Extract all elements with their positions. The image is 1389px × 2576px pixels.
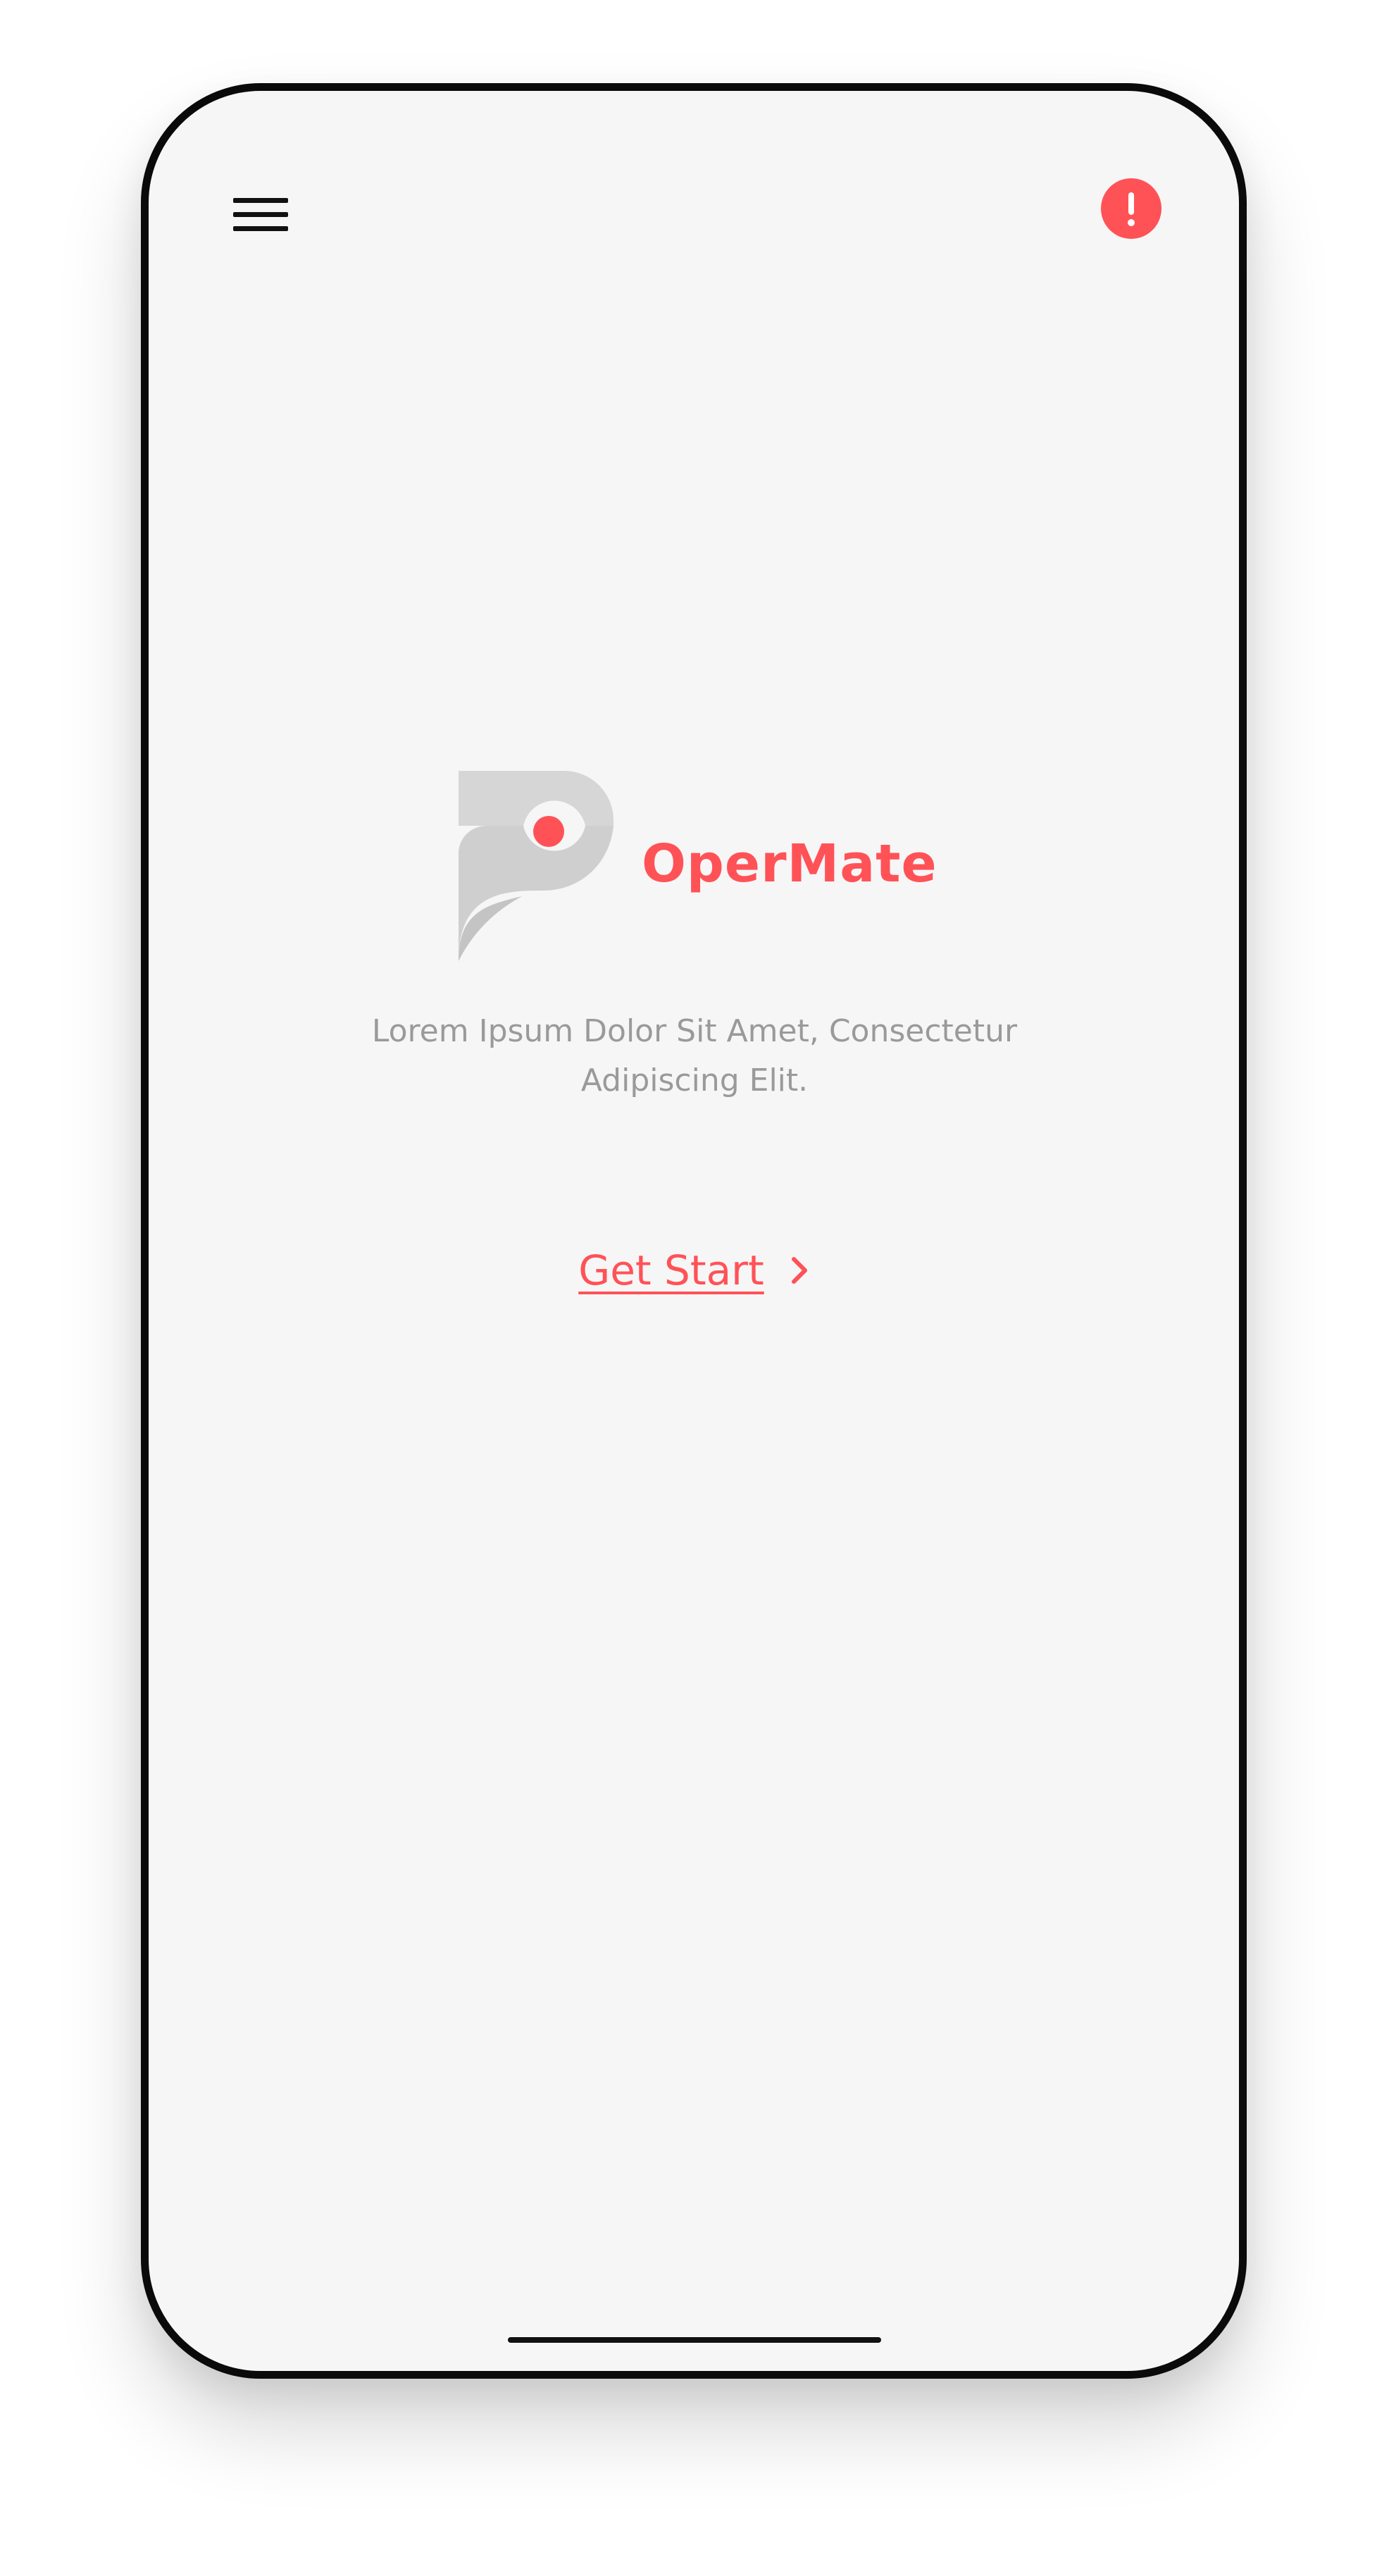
opermate-logo-icon — [459, 771, 613, 961]
tagline-line-1: Lorem Ipsum Dolor Sit Amet, Consectetur — [371, 1013, 1018, 1049]
tagline-line-2: Adipiscing Elit. — [580, 1063, 809, 1098]
get-start-label: Get Start — [578, 1246, 764, 1294]
hamburger-menu-icon — [233, 197, 288, 203]
brand-logo: OperMate — [459, 767, 938, 965]
home-indicator[interactable] — [508, 2337, 881, 2343]
brand-name: OperMate — [642, 834, 938, 894]
hamburger-menu-icon-bar — [233, 211, 288, 217]
tagline: Lorem Ipsum Dolor Sit Amet, Consectetur … — [289, 1007, 1100, 1106]
screen: OperMate Lorem Ipsum Dolor Sit Amet, Con… — [0, 0, 1389, 2576]
alert-button[interactable] — [1101, 178, 1161, 239]
exclamation-circle-icon — [1101, 178, 1161, 239]
get-start-link[interactable]: Get Start — [149, 1246, 1239, 1294]
phone-frame: OperMate Lorem Ipsum Dolor Sit Amet, Con… — [141, 83, 1247, 2379]
hamburger-menu-icon-bar — [233, 225, 288, 231]
chevron-right-icon — [791, 1257, 807, 1284]
menu-button[interactable] — [233, 186, 289, 242]
